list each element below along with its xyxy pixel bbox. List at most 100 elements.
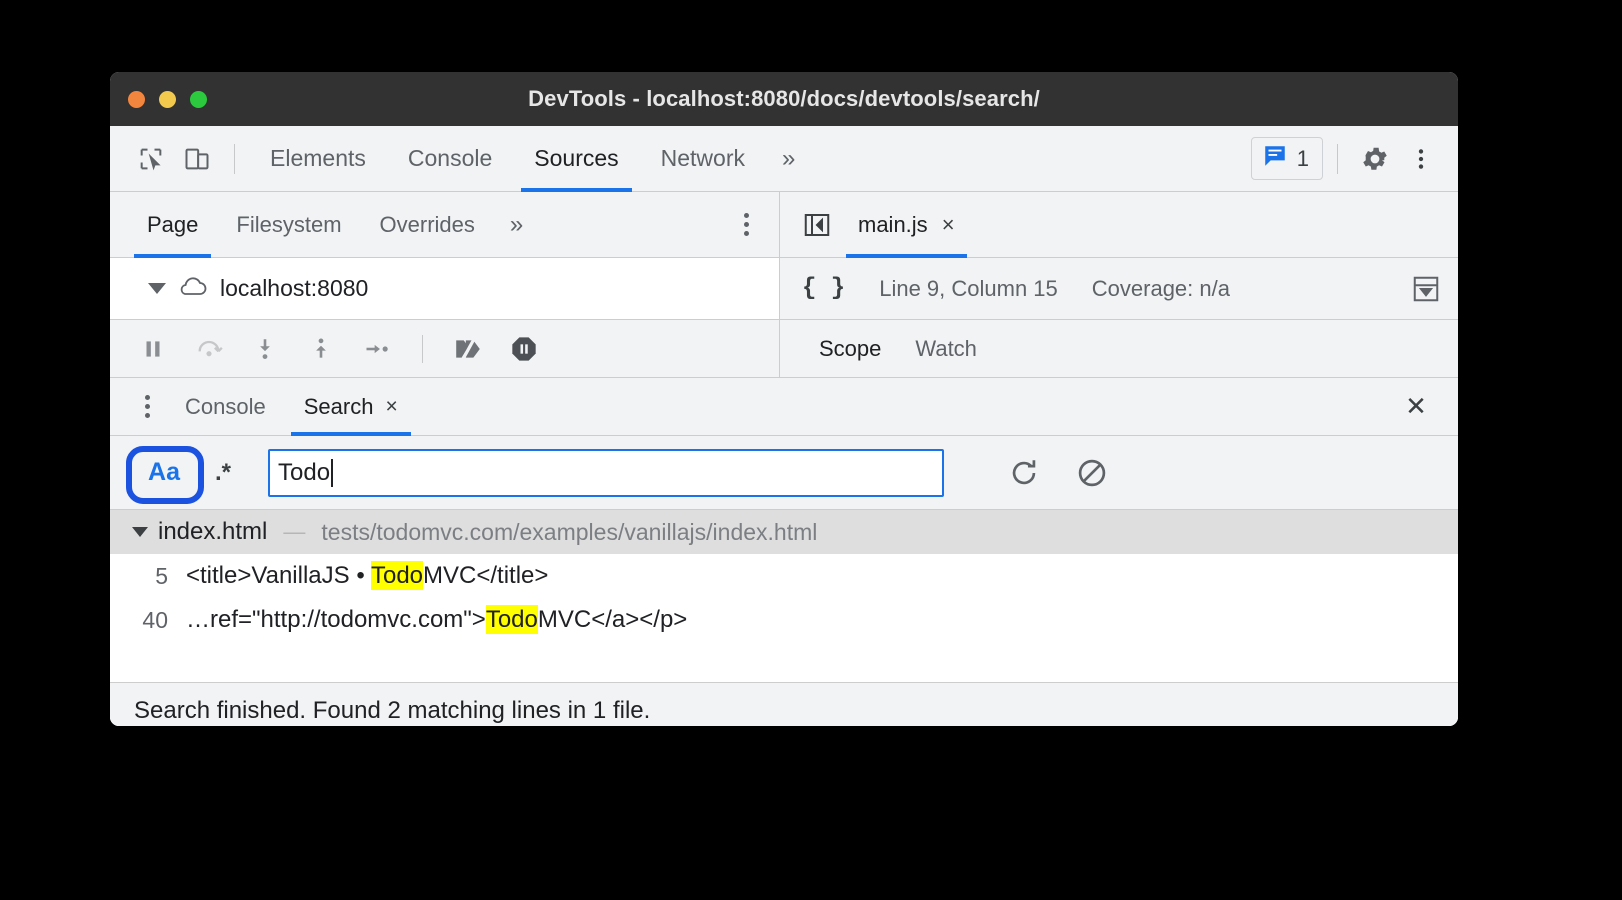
search-toolbar: Aa .* Todo bbox=[110, 436, 1458, 510]
show-navigator-icon[interactable] bbox=[794, 202, 840, 248]
editor-tab-mainjs[interactable]: main.js × bbox=[840, 192, 973, 258]
tab-console[interactable]: Console bbox=[387, 126, 513, 192]
text-caret bbox=[331, 458, 334, 487]
step-over-icon[interactable] bbox=[192, 332, 226, 366]
close-icon[interactable]: × bbox=[942, 212, 955, 238]
triangle-down-icon[interactable] bbox=[148, 283, 166, 294]
tab-label: Console bbox=[407, 145, 493, 171]
clear-icon[interactable] bbox=[1072, 453, 1112, 493]
tab-elements[interactable]: Elements bbox=[249, 126, 387, 192]
step-icon[interactable] bbox=[360, 332, 394, 366]
result-text-after: MVC</title> bbox=[423, 562, 549, 589]
deactivate-breakpoints-icon[interactable] bbox=[451, 332, 485, 366]
result-line-number: 5 bbox=[155, 562, 168, 589]
result-text-before: …ref="http://todomvc.com"> bbox=[186, 606, 486, 633]
result-match-highlight: Todo bbox=[485, 605, 538, 634]
expand-down-icon[interactable] bbox=[1406, 269, 1446, 309]
nav-tab-filesystem[interactable]: Filesystem bbox=[217, 192, 360, 258]
result-line-text: <title>VanillaJS • TodoMVC</title> bbox=[186, 561, 549, 590]
search-result-file-header[interactable]: index.html — tests/todomvc.com/examples/… bbox=[110, 510, 1458, 554]
tab-label: Network bbox=[660, 145, 745, 171]
tab-network[interactable]: Network bbox=[640, 126, 766, 192]
traffic-lights bbox=[110, 90, 207, 108]
drawer-tab-search[interactable]: Search × bbox=[285, 378, 417, 436]
debugger-row: Scope Watch bbox=[110, 320, 1458, 378]
search-actions bbox=[1004, 453, 1112, 493]
step-into-icon[interactable] bbox=[248, 332, 282, 366]
message-bubble-icon bbox=[1262, 143, 1288, 174]
kebab-menu-icon[interactable] bbox=[1398, 136, 1444, 182]
tab-sources[interactable]: Sources bbox=[513, 126, 639, 192]
window-title: DevTools - localhost:8080/docs/devtools/… bbox=[528, 86, 1040, 111]
result-line-number: 40 bbox=[142, 606, 168, 633]
editor-status-bar: { } Line 9, Column 15 Coverage: n/a bbox=[780, 258, 1458, 319]
result-line-text: …ref="http://todomvc.com">TodoMVC</a></p… bbox=[186, 605, 688, 634]
match-case-button[interactable]: Aa bbox=[136, 451, 192, 495]
search-status-bar: Search finished. Found 2 matching lines … bbox=[110, 682, 1458, 726]
device-toolbar-icon[interactable] bbox=[174, 136, 220, 182]
drawer-tab-label: Search bbox=[303, 393, 374, 419]
screenshot-root: DevTools - localhost:8080/docs/devtools/… bbox=[0, 0, 1622, 900]
message-count: 1 bbox=[1296, 145, 1309, 171]
drawer-tab-console[interactable]: Console bbox=[166, 378, 285, 436]
search-result-row[interactable]: 40 …ref="http://todomvc.com">TodoMVC</a>… bbox=[110, 598, 1458, 642]
minimize-window-button[interactable] bbox=[159, 90, 176, 108]
result-match-highlight: Todo bbox=[370, 561, 424, 590]
cursor-position: Line 9, Column 15 bbox=[879, 275, 1058, 301]
pretty-print-icon[interactable]: { } bbox=[802, 275, 845, 302]
nav-tab-overrides[interactable]: Overrides bbox=[361, 192, 494, 258]
navigator-kebab-menu-icon[interactable] bbox=[727, 192, 765, 258]
result-file-path: tests/todomvc.com/examples/vanillajs/ind… bbox=[321, 518, 818, 545]
results-empty-space bbox=[110, 642, 1458, 682]
result-text-after: MVC</a></p> bbox=[537, 606, 688, 633]
drawer: Console Search × ✕ Aa .* Todo index.html… bbox=[110, 378, 1458, 726]
nav-tab-label: Overrides bbox=[379, 211, 475, 237]
devtools-window: DevTools - localhost:8080/docs/devtools/… bbox=[110, 72, 1458, 726]
editor-tab-strip: main.js × bbox=[780, 192, 1458, 258]
cloud-icon bbox=[176, 273, 210, 304]
nav-more-tabs-chevron-icon[interactable]: » bbox=[494, 211, 539, 239]
nav-tab-label: Page bbox=[147, 211, 199, 237]
result-file-name: index.html bbox=[158, 518, 268, 545]
navigator-tree: localhost:8080 bbox=[110, 258, 780, 319]
resume-pause-icon[interactable] bbox=[136, 332, 170, 366]
close-icon[interactable]: × bbox=[385, 395, 397, 419]
navigator-tree-and-editor-status: localhost:8080 { } Line 9, Column 15 Cov… bbox=[110, 258, 1458, 320]
maximize-window-button[interactable] bbox=[190, 90, 207, 108]
triangle-down-icon[interactable] bbox=[132, 527, 148, 537]
toolbar-divider-2 bbox=[1337, 143, 1338, 174]
message-count-badge[interactable]: 1 bbox=[1250, 137, 1323, 180]
tab-label: Elements bbox=[270, 145, 366, 171]
search-results: index.html — tests/todomvc.com/examples/… bbox=[110, 510, 1458, 682]
tree-item-label[interactable]: localhost:8080 bbox=[220, 275, 368, 302]
search-input[interactable]: Todo bbox=[268, 448, 944, 497]
window-title-bar: DevTools - localhost:8080/docs/devtools/… bbox=[110, 72, 1458, 126]
gear-icon[interactable] bbox=[1352, 136, 1398, 182]
editor-tab-label: main.js bbox=[858, 211, 928, 237]
close-window-button[interactable] bbox=[128, 90, 145, 108]
refresh-icon[interactable] bbox=[1004, 453, 1044, 493]
nav-tab-label: Filesystem bbox=[236, 211, 342, 237]
step-out-icon[interactable] bbox=[304, 332, 338, 366]
nav-tab-page[interactable]: Page bbox=[128, 192, 217, 258]
tab-scope[interactable]: Scope bbox=[802, 336, 898, 362]
drawer-kebab-menu-icon[interactable] bbox=[128, 374, 166, 440]
inspect-cursor-icon[interactable] bbox=[128, 136, 174, 182]
search-result-row[interactable]: 5 <title>VanillaJS • TodoMVC</title> bbox=[110, 554, 1458, 598]
regex-button[interactable]: .* bbox=[196, 451, 250, 495]
coverage-status: Coverage: n/a bbox=[1091, 275, 1230, 301]
debugger-toolbar bbox=[110, 320, 780, 377]
pause-on-exceptions-icon[interactable] bbox=[507, 332, 541, 366]
more-tabs-chevron-icon[interactable]: » bbox=[766, 145, 811, 173]
search-status-text: Search finished. Found 2 matching lines … bbox=[134, 696, 651, 724]
result-text-before: <title>VanillaJS • bbox=[186, 562, 371, 589]
navigator-and-editor-tabs: Page Filesystem Overrides » main.js × bbox=[110, 192, 1458, 258]
search-query-value: Todo bbox=[278, 458, 331, 486]
devtools-main-toolbar: Elements Console Sources Network » 1 bbox=[110, 126, 1458, 192]
result-separator: — bbox=[283, 519, 306, 544]
drawer-tab-label: Console bbox=[185, 393, 266, 419]
toolbar-divider bbox=[234, 143, 235, 174]
drawer-tab-strip: Console Search × ✕ bbox=[110, 378, 1458, 436]
close-drawer-button[interactable]: ✕ bbox=[1396, 387, 1436, 427]
tab-watch[interactable]: Watch bbox=[898, 336, 994, 362]
